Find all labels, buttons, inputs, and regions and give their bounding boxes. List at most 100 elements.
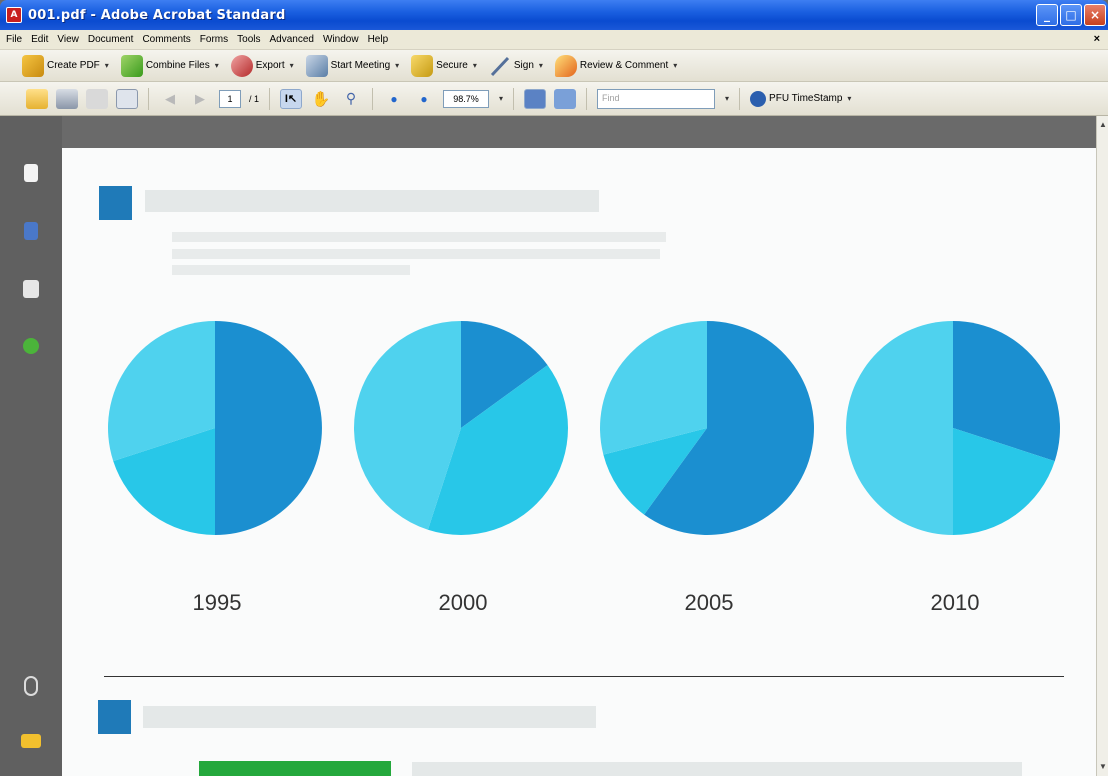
menu-help[interactable]: Help: [368, 34, 389, 45]
toolbar-separator: [148, 87, 149, 110]
heading-marker: [98, 700, 131, 734]
create-pdf-button[interactable]: Create PDF ▾: [22, 54, 109, 77]
bookmarks-icon[interactable]: [24, 222, 38, 240]
zoom-out-icon[interactable]: ●: [383, 89, 405, 109]
menu-edit[interactable]: Edit: [31, 34, 48, 45]
green-logo-block: [199, 761, 391, 776]
combine-files-button[interactable]: Combine Files ▾: [120, 54, 219, 77]
chevron-down-icon: ▾: [289, 61, 294, 70]
paperclip-icon[interactable]: [24, 676, 38, 696]
zoom-in-icon[interactable]: ●: [413, 89, 435, 109]
create-pdf-label: Create PDF: [47, 60, 100, 71]
tasks-toolbar: Create PDF ▾ Combine Files ▾ Export ▾ St…: [0, 50, 1108, 82]
export-button[interactable]: Export ▾: [230, 54, 294, 77]
pie-label-1995: 1995: [192, 590, 242, 615]
comments-icon[interactable]: [21, 734, 41, 748]
pfu-timestamp-button[interactable]: PFU TimeStamp ▾: [750, 90, 852, 107]
pen-icon: [490, 56, 509, 76]
vertical-scrollbar[interactable]: ▲ ▼: [1096, 116, 1108, 776]
lock-icon: [411, 54, 434, 77]
fit-width-icon[interactable]: [554, 88, 577, 109]
combine-files-icon: [120, 54, 143, 77]
zoom-marquee-icon[interactable]: ⚲: [340, 89, 362, 109]
pie-2010-slice-3: [846, 321, 953, 535]
chevron-down-icon: ▾: [472, 61, 477, 70]
sign-label: Sign: [513, 60, 534, 71]
arrow-right-icon[interactable]: ▶: [189, 89, 211, 109]
envelope-icon[interactable]: [116, 88, 138, 109]
menu-advanced[interactable]: Advanced: [270, 34, 314, 45]
start-meeting-icon: [305, 54, 328, 77]
redacted-text-line: [412, 762, 1022, 776]
start-meeting-button[interactable]: Start Meeting ▾: [305, 54, 400, 77]
create-pdf-icon: [22, 54, 44, 77]
chevron-down-icon: ▾: [673, 61, 678, 70]
chevron-down-icon: ▾: [104, 61, 109, 70]
redacted-heading: [143, 706, 596, 728]
menu-view[interactable]: View: [57, 34, 79, 45]
navigation-pane: [0, 116, 62, 776]
scroll-up-icon[interactable]: ▲: [1097, 118, 1108, 132]
menu-forms[interactable]: Forms: [200, 34, 228, 45]
review-comment-button[interactable]: Review & Comment ▾: [554, 54, 678, 77]
floppy-disk-icon[interactable]: [86, 88, 108, 109]
help-question-icon[interactable]: [23, 338, 39, 354]
printer-icon[interactable]: [56, 88, 78, 109]
signature-pen-icon[interactable]: [23, 280, 39, 298]
review-comment-icon: [554, 54, 577, 77]
menu-comments[interactable]: Comments: [142, 34, 190, 45]
toolbar-separator: [269, 87, 271, 110]
document-close-button[interactable]: ×: [1094, 33, 1100, 45]
fit-page-icon[interactable]: [524, 88, 547, 109]
toolbar-separator: [372, 87, 374, 110]
window-controls: _ □ ×: [1036, 4, 1106, 26]
menu-document[interactable]: Document: [88, 34, 134, 45]
title-bar[interactable]: A 001.pdf - Adobe Acrobat Standard _ □ ×: [0, 0, 1108, 30]
window-title: 001.pdf - Adobe Acrobat Standard: [28, 7, 286, 23]
toolbar-separator: [586, 87, 588, 110]
document-top-margin: [62, 116, 1096, 148]
arrow-left-icon[interactable]: ◀: [159, 89, 181, 109]
close-button[interactable]: ×: [1084, 4, 1106, 26]
pie-1995-slice-1: [215, 321, 322, 535]
chevron-down-icon: ▾: [538, 61, 543, 70]
page-number-input[interactable]: 1: [219, 89, 241, 108]
chevron-down-icon: ▾: [214, 61, 219, 70]
hand-icon[interactable]: ✋: [310, 89, 332, 109]
pie-charts: [107, 321, 1060, 535]
zoom-level-input[interactable]: 98.7%: [443, 89, 490, 108]
pages-icon[interactable]: [24, 164, 38, 182]
scroll-down-icon[interactable]: ▼: [1097, 760, 1108, 774]
toolbar-separator: [513, 87, 515, 110]
maximize-button[interactable]: □: [1060, 4, 1082, 26]
export-icon: [230, 54, 253, 77]
sign-button[interactable]: Sign ▾: [489, 55, 543, 77]
pdf-page[interactable]: 1995 2000 2005 2010: [62, 148, 1096, 776]
file-toolbar: ◀ ▶ 1 / 1 I↖ ✋ ⚲ ● ● 98.7% ▾ Find ▾ PFU …: [0, 82, 1108, 116]
chevron-down-icon: ▾: [395, 61, 400, 70]
secure-label: Secure: [436, 60, 468, 71]
clock-icon: [750, 90, 767, 107]
acrobat-app-icon[interactable]: A: [6, 7, 22, 23]
pie-label-2010: 2010: [930, 590, 980, 615]
combine-files-label: Combine Files: [145, 60, 210, 71]
secure-button[interactable]: Secure ▾: [411, 54, 477, 77]
review-comment-label: Review & Comment: [579, 60, 669, 71]
menu-window[interactable]: Window: [323, 34, 359, 45]
zoom-dropdown-button[interactable]: ▾: [499, 94, 503, 103]
menu-bar: File Edit View Document Comments Forms T…: [0, 30, 1108, 50]
folder-open-icon[interactable]: [26, 88, 48, 109]
pfu-timestamp-label: PFU TimeStamp: [769, 93, 843, 104]
section-divider: [104, 676, 1064, 677]
pie-label-2005: 2005: [684, 590, 734, 615]
menu-tools[interactable]: Tools: [237, 34, 260, 45]
select-text-cursor-icon[interactable]: I↖: [280, 88, 303, 109]
pie-label-2000: 2000: [438, 590, 488, 615]
export-label: Export: [255, 60, 285, 71]
minimize-button[interactable]: _: [1036, 4, 1058, 26]
find-input[interactable]: Find: [597, 88, 716, 109]
menu-file[interactable]: File: [6, 34, 22, 45]
find-dropdown-button[interactable]: ▾: [725, 94, 729, 103]
start-meeting-label: Start Meeting: [330, 60, 391, 71]
chevron-down-icon: ▾: [847, 94, 852, 103]
